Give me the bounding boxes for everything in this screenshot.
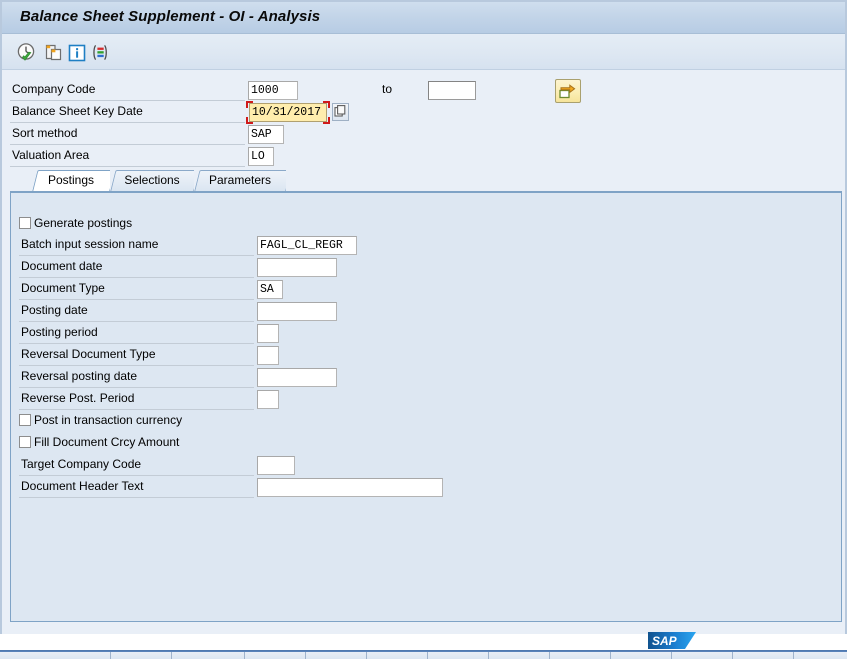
tab-header-row: Postings Selections Parameters	[10, 170, 842, 192]
document-header-text-input[interactable]	[257, 478, 443, 497]
reverse-post-period-input[interactable]	[257, 390, 279, 409]
field-row-batch-input-session-name: Batch input session name FAGL_CL_REGR	[19, 235, 819, 257]
reversal-document-type-input[interactable]	[257, 346, 279, 365]
document-type-input[interactable]: SA	[257, 280, 283, 299]
post-in-transaction-currency-checkbox[interactable]	[19, 414, 31, 426]
label-balance-sheet-key-date: Balance Sheet Key Date	[10, 102, 245, 123]
label-target-company-code: Target Company Code	[19, 455, 254, 476]
post-in-transaction-currency-label: Post in transaction currency	[34, 413, 183, 427]
field-row-document-header-text: Document Header Text	[19, 477, 819, 499]
field-row-target-company-code: Target Company Code	[19, 455, 819, 477]
reversal-posting-date-input[interactable]	[257, 368, 337, 387]
balance-sheet-key-date-input[interactable]: 10/31/2017	[249, 103, 327, 122]
label-valuation-area: Valuation Area	[10, 146, 245, 167]
title-bar: Balance Sheet Supplement - OI - Analysis	[2, 2, 845, 34]
field-row-valuation-area: Valuation Area LO	[10, 146, 830, 168]
field-row-reverse-post-period: Reverse Post. Period	[19, 389, 819, 411]
info-icon[interactable]	[66, 42, 88, 64]
generate-postings-label: Generate postings	[34, 216, 133, 230]
tab-selections[interactable]: Selections	[110, 170, 194, 192]
label-posting-date: Posting date	[19, 301, 254, 322]
valuation-area-input[interactable]: LO	[248, 147, 274, 166]
company-code-input[interactable]: 1000	[248, 81, 298, 100]
company-code-to-input[interactable]	[428, 81, 476, 100]
field-row-reversal-document-type: Reversal Document Type	[19, 345, 819, 367]
svg-text:SAP: SAP	[652, 634, 678, 648]
batch-input-session-name-input[interactable]: FAGL_CL_REGR	[257, 236, 357, 255]
label-sort-method: Sort method	[10, 124, 245, 145]
sap-logo: SAP	[648, 632, 696, 649]
application-toolbar	[2, 34, 845, 70]
sap-gui-window: Balance Sheet Supplement - OI - Analysis	[0, 0, 847, 659]
field-row-sort-method: Sort method SAP	[10, 124, 830, 146]
get-variant-icon[interactable]	[43, 42, 65, 64]
field-row-post-in-transaction-currency: Post in transaction currency	[19, 412, 339, 430]
label-reversal-posting-date: Reversal posting date	[19, 367, 254, 388]
field-row-reversal-posting-date: Reversal posting date	[19, 367, 819, 389]
sort-method-input[interactable]: SAP	[248, 125, 284, 144]
field-row-generate-postings: Generate postings	[19, 215, 319, 233]
fill-document-crcy-amount-checkbox[interactable]	[19, 436, 31, 448]
display-variant-icon[interactable]	[88, 42, 110, 64]
generate-postings-checkbox[interactable]	[19, 217, 31, 229]
label-batch-input-session-name: Batch input session name	[19, 235, 254, 256]
label-posting-period: Posting period	[19, 323, 254, 344]
bottom-band	[0, 634, 847, 651]
matchcode-icon[interactable]	[332, 103, 349, 121]
execute-icon[interactable]	[16, 42, 38, 64]
field-row-posting-period: Posting period	[19, 323, 819, 345]
field-row-fill-document-crcy-amount: Fill Document Crcy Amount	[19, 434, 339, 452]
field-row-document-date: Document date	[19, 257, 819, 279]
tab-parameters[interactable]: Parameters	[194, 170, 286, 192]
label-document-header-text: Document Header Text	[19, 477, 254, 498]
field-row-company-code: Company Code 1000 to	[10, 79, 830, 103]
to-label: to	[382, 82, 393, 96]
posting-date-input[interactable]	[257, 302, 337, 321]
tab-selections-label: Selections	[124, 173, 180, 187]
page-title: Balance Sheet Supplement - OI - Analysis	[20, 8, 321, 25]
target-company-code-input[interactable]	[257, 456, 295, 475]
tab-parameters-label: Parameters	[208, 173, 272, 187]
tabstrip: Postings Selections Parameters Generate …	[10, 170, 842, 622]
field-row-balance-sheet-key-date: Balance Sheet Key Date 10/31/2017	[10, 101, 830, 124]
label-document-date: Document date	[19, 257, 254, 278]
label-reverse-post-period: Reverse Post. Period	[19, 389, 254, 410]
posting-period-input[interactable]	[257, 324, 279, 343]
label-document-type: Document Type	[19, 279, 254, 300]
tab-postings[interactable]: Postings	[32, 170, 110, 192]
field-row-posting-date: Posting date	[19, 301, 819, 323]
label-company-code: Company Code	[10, 80, 245, 101]
tab-postings-label: Postings	[47, 173, 95, 187]
field-row-document-type: Document Type SA	[19, 279, 819, 301]
fill-document-crcy-amount-label: Fill Document Crcy Amount	[34, 435, 180, 449]
selection-screen: Company Code 1000 to Balance Sheet Key D…	[2, 70, 845, 632]
status-bar	[0, 650, 847, 659]
tab-panel-postings: Generate postings Batch input session na…	[10, 191, 842, 622]
label-reversal-document-type: Reversal Document Type	[19, 345, 254, 366]
multiple-selection-button[interactable]	[555, 79, 581, 103]
document-date-input[interactable]	[257, 258, 337, 277]
